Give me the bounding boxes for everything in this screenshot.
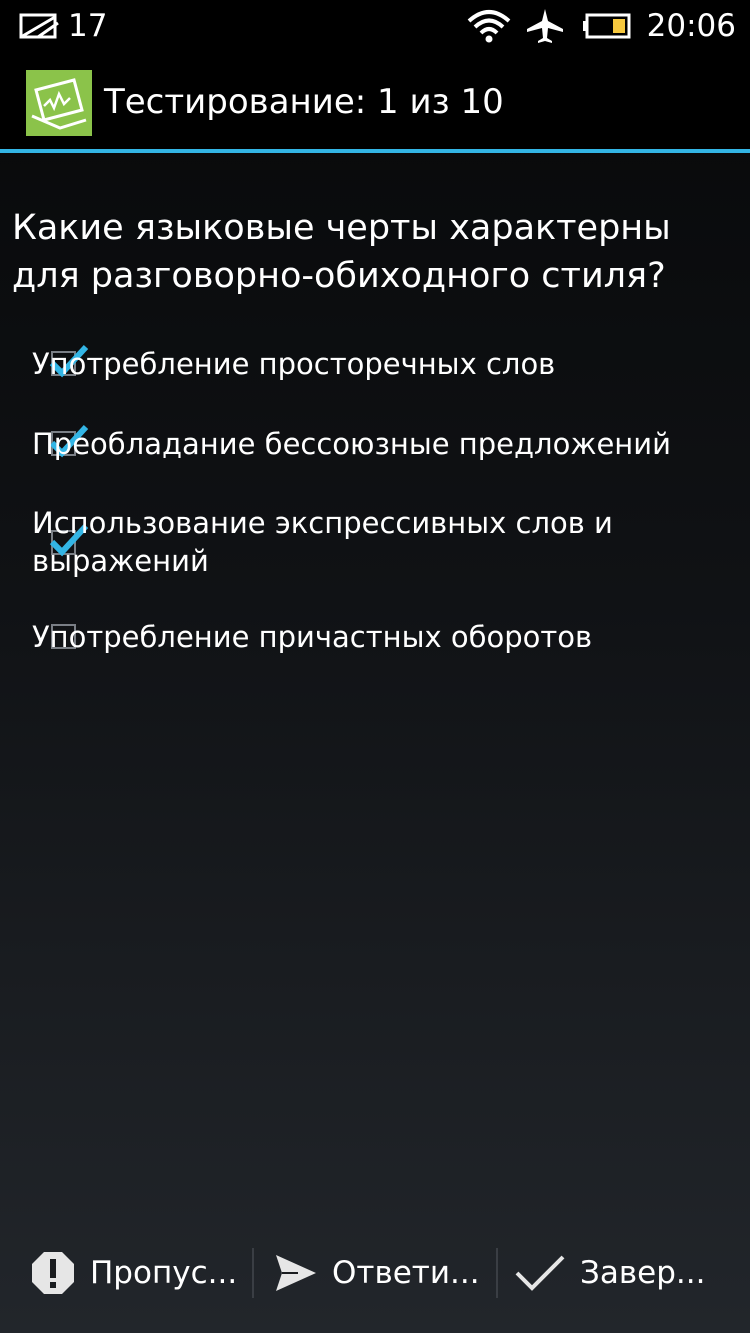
send-icon [276, 1255, 316, 1291]
wifi-icon [467, 10, 510, 43]
battery-icon [582, 13, 631, 39]
bottom-action-bar: Пропус... Ответи... Завер... [0, 1233, 750, 1313]
finish-button-label: Завер... [580, 1255, 706, 1291]
answer-option-label: Употребление причастных оборотов [32, 620, 593, 654]
airplane-icon [526, 9, 563, 43]
page-title: Тестирование: 1 из 10 [104, 82, 504, 122]
status-right: 20:06 [467, 6, 736, 46]
status-time: 20:06 [646, 8, 736, 44]
notification-count: 17 [68, 8, 108, 44]
answer-option-label: Преобладание бессоюзные предложений [32, 427, 671, 461]
skip-button-label: Пропус... [90, 1255, 238, 1291]
app-logo-icon[interactable] [26, 70, 92, 136]
answer-option-label: Употребление просторечных слов [32, 347, 556, 381]
action-bar: Тестирование: 1 из 10 [0, 52, 750, 149]
envelope-icon [19, 13, 59, 39]
question-text: Какие языковые черты характерны для разг… [12, 208, 671, 296]
answer-button[interactable]: Ответи... [254, 1233, 496, 1313]
skip-button[interactable]: Пропус... [0, 1233, 252, 1313]
exclamation-icon [32, 1252, 74, 1294]
answer-option-label: Использование экспрессивных слов и выраж… [32, 506, 613, 578]
checkmark-icon [515, 1255, 565, 1291]
status-left: 17 [18, 6, 107, 46]
action-bar-divider [0, 149, 750, 153]
answer-button-label: Ответи... [332, 1255, 480, 1291]
status-bar: 17 20:06 [0, 0, 750, 52]
finish-button[interactable]: Завер... [498, 1233, 750, 1313]
